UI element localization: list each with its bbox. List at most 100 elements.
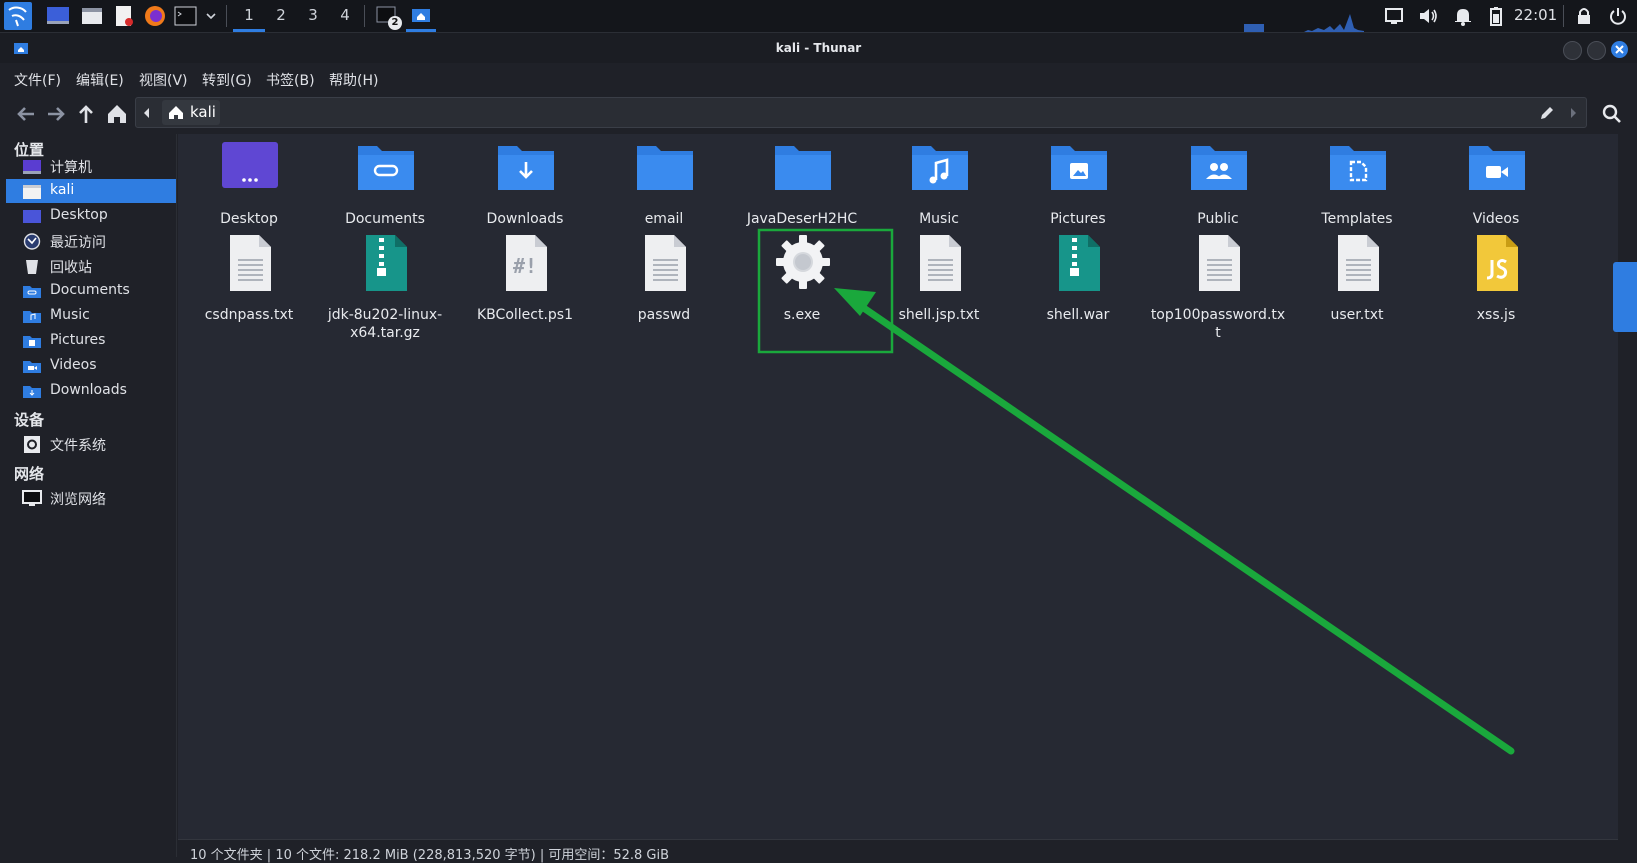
firefox-icon[interactable] <box>143 4 167 28</box>
music-folder-icon <box>912 146 968 190</box>
pictures-folder-icon <box>23 336 41 348</box>
file-item-top100password[interactable]: top100password.txt <box>1150 234 1286 341</box>
chevron-left-icon[interactable] <box>142 106 152 120</box>
kali-menu-icon[interactable] <box>4 2 32 30</box>
sidebar-item-kali[interactable]: kali <box>6 179 176 203</box>
task-count-badge: 2 <box>388 16 402 30</box>
notification-bell-icon[interactable] <box>1451 4 1475 28</box>
workspace-1[interactable]: 1 <box>233 0 265 32</box>
file-item-templates[interactable]: Templates <box>1289 138 1425 228</box>
menu-bookmarks[interactable]: 书签(B) <box>266 70 315 90</box>
scrollbar-handle[interactable] <box>1613 262 1637 332</box>
sidebar-item-label: Documents <box>50 282 130 298</box>
file-item-music[interactable]: Music <box>871 138 1007 228</box>
workspace-3[interactable]: 3 <box>297 0 329 32</box>
file-item-desktop[interactable]: Desktop <box>181 138 317 228</box>
panel-separator <box>364 5 365 27</box>
file-item-jdk-archive[interactable]: jdk-8u202-linux-x64.tar.gz <box>317 234 453 341</box>
terminal-task-button[interactable]: 2 <box>374 4 404 30</box>
script-file-icon: #! <box>506 235 547 291</box>
minimize-button[interactable] <box>1563 41 1582 60</box>
lock-icon[interactable] <box>1572 4 1596 28</box>
sidebar-item-trash[interactable]: 回收站 <box>6 254 176 278</box>
edit-location-icon[interactable] <box>1538 104 1556 122</box>
computer-icon <box>23 160 41 174</box>
forward-icon[interactable] <box>42 100 70 128</box>
up-icon[interactable] <box>72 100 100 128</box>
file-item-shell-jsp[interactable]: shell.jsp.txt <box>871 234 1007 330</box>
pictures-folder-icon <box>1051 146 1107 190</box>
sidebar-item-label: Music <box>50 307 90 323</box>
chevron-right-icon[interactable] <box>1568 106 1578 120</box>
sidebar-item-recent[interactable]: 最近访问 <box>6 229 176 253</box>
sidebar-item-filesystem[interactable]: 文件系统 <box>6 432 176 456</box>
location-bar[interactable]: kali <box>135 97 1587 128</box>
workspace-4[interactable]: 4 <box>329 0 361 32</box>
file-name: Videos <box>1472 211 1520 227</box>
window-title: kali - Thunar <box>775 41 862 55</box>
home-icon[interactable] <box>103 100 131 128</box>
file-item-user-txt[interactable]: user.txt <box>1289 234 1425 330</box>
file-item-email[interactable]: email <box>596 138 732 228</box>
menu-file[interactable]: 文件(F) <box>14 70 61 90</box>
menu-go[interactable]: 转到(G) <box>202 70 252 90</box>
close-button[interactable] <box>1611 41 1628 58</box>
terminal-icon[interactable] <box>174 4 198 28</box>
trash-icon <box>26 260 38 274</box>
file-item-downloads[interactable]: Downloads <box>457 138 593 228</box>
file-item-videos[interactable]: Videos <box>1428 138 1564 228</box>
battery-icon[interactable] <box>1484 4 1508 28</box>
thunar-task-button[interactable] <box>406 0 436 32</box>
text-file-icon <box>1338 235 1379 291</box>
desktop-icon <box>23 210 41 223</box>
search-icon[interactable] <box>1598 100 1626 128</box>
file-manager-icon[interactable] <box>80 4 104 28</box>
sidebar-item-documents[interactable]: Documents <box>6 279 176 303</box>
sidebar-item-label: 浏览网络 <box>50 492 106 508</box>
file-item-public[interactable]: Public <box>1150 138 1286 228</box>
file-item-pictures[interactable]: Pictures <box>1010 138 1146 228</box>
file-name: Documents <box>345 211 425 227</box>
sidebar-item-desktop[interactable]: Desktop <box>6 204 176 228</box>
folder-icon <box>637 146 693 190</box>
maximize-button[interactable] <box>1587 41 1606 60</box>
power-icon[interactable] <box>1606 4 1630 28</box>
workspace-2[interactable]: 2 <box>265 0 297 32</box>
sidebar-item-downloads[interactable]: Downloads <box>6 379 176 403</box>
file-item-kbcollect[interactable]: #! KBCollect.ps1 <box>457 234 593 330</box>
show-desktop-icon[interactable] <box>46 4 70 28</box>
menu-help[interactable]: 帮助(H) <box>329 70 378 90</box>
folder-icon <box>775 146 831 190</box>
public-folder-icon <box>1191 146 1247 190</box>
display-icon[interactable] <box>1382 4 1406 28</box>
sidebar-item-browse-network[interactable]: 浏览网络 <box>6 486 176 510</box>
sidebar-item-videos[interactable]: Videos <box>6 354 176 378</box>
file-name: passwd <box>637 307 691 323</box>
sidebar-item-music[interactable]: Music <box>6 304 176 328</box>
volume-icon[interactable] <box>1416 4 1440 28</box>
downloads-folder-icon <box>498 146 554 190</box>
text-editor-icon[interactable] <box>112 4 136 28</box>
file-item-passwd[interactable]: passwd <box>596 234 732 330</box>
file-view[interactable]: Desktop Documents Downloads email JavaDe… <box>178 134 1618 839</box>
back-icon[interactable] <box>12 100 40 128</box>
file-item-s-exe[interactable]: s.exe <box>734 234 870 330</box>
videos-folder-icon <box>1469 146 1525 190</box>
menu-view[interactable]: 视图(V) <box>139 70 188 90</box>
breadcrumb-label: kali <box>190 103 216 121</box>
clock[interactable]: 22:01 <box>1514 6 1557 24</box>
file-item-javadeserh2hc[interactable]: JavaDeserH2HC <box>734 138 870 228</box>
sidebar-item-pictures[interactable]: Pictures <box>6 329 176 353</box>
sidebar-item-computer[interactable]: 计算机 <box>6 154 176 178</box>
chevron-down-icon[interactable] <box>204 4 218 28</box>
text-file-icon <box>645 235 686 291</box>
window-titlebar[interactable]: kali - Thunar <box>0 33 1637 63</box>
file-item-documents[interactable]: Documents <box>317 138 453 228</box>
file-item-csdnpass[interactable]: csdnpass.txt <box>181 234 317 330</box>
menu-edit[interactable]: 编辑(E) <box>76 70 124 90</box>
breadcrumb-home[interactable]: kali <box>162 100 220 125</box>
home-icon <box>169 106 183 119</box>
file-item-xss-js[interactable]: xss.js <box>1428 234 1564 330</box>
file-item-shell-war[interactable]: shell.war <box>1010 234 1146 330</box>
svg-text:#!: #! <box>513 254 537 278</box>
